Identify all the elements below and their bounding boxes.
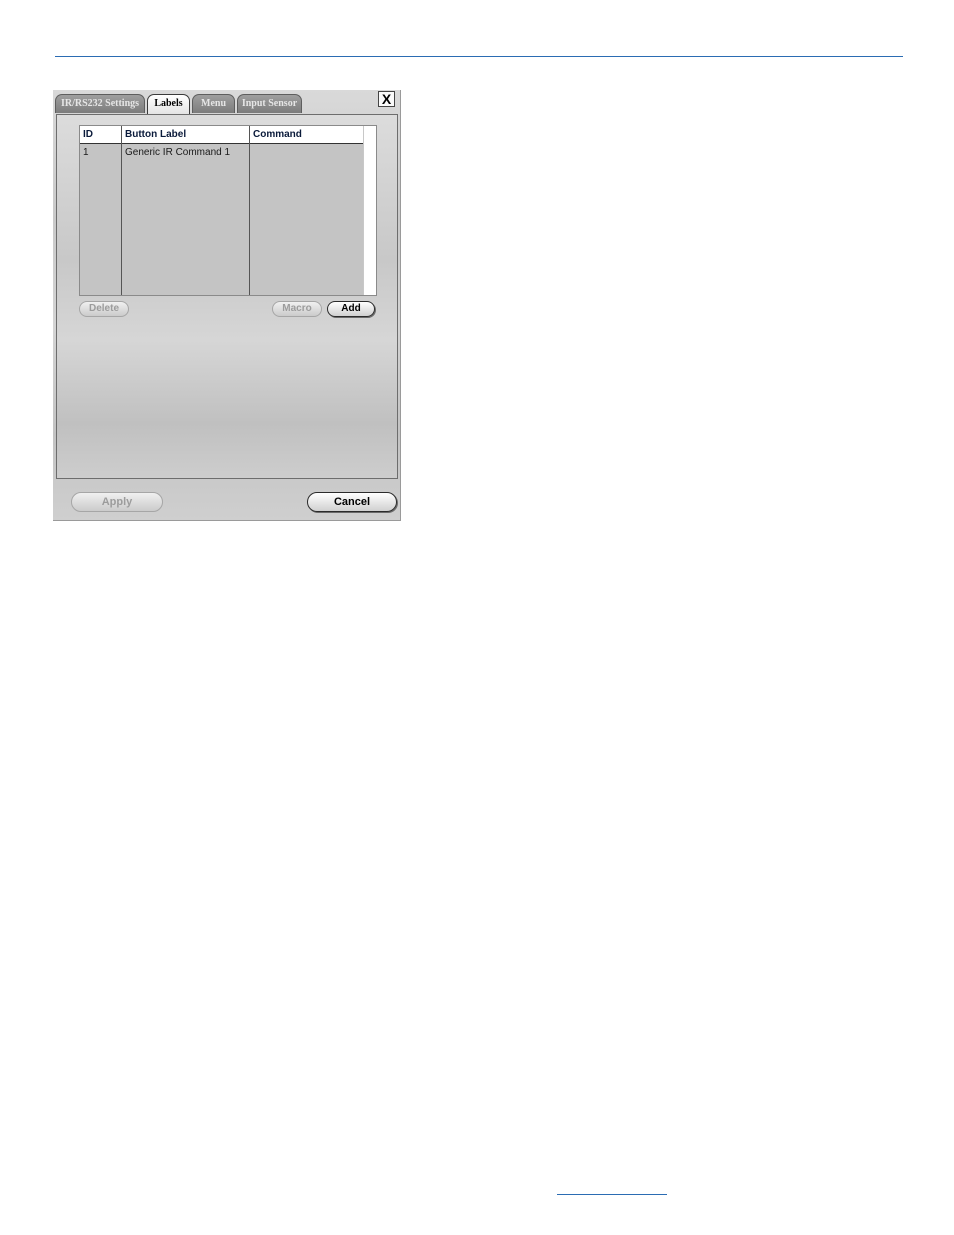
tab-labels[interactable]: Labels (147, 94, 190, 114)
table-cell-id[interactable]: 1 (80, 146, 121, 160)
table-cell-command[interactable] (250, 146, 363, 160)
add-button[interactable]: Add (327, 301, 375, 317)
vertical-scrollbar[interactable] (363, 126, 376, 295)
tab-input-sensor[interactable]: Input Sensor (237, 94, 302, 113)
column-header-command[interactable]: Command (250, 126, 363, 143)
tab-menu[interactable]: Menu (192, 94, 235, 113)
labels-table: ID Button Label Command 1 Generic IR Com… (79, 125, 377, 296)
cancel-button[interactable]: Cancel (307, 492, 397, 512)
labels-dialog: IR/RS232 Settings Labels Menu Input Sens… (53, 90, 401, 521)
column-header-id[interactable]: ID (80, 126, 122, 143)
tab-ir-rs232-settings[interactable]: IR/RS232 Settings (55, 94, 145, 113)
table-cell-button-label[interactable]: Generic IR Command 1 (122, 146, 249, 160)
close-button[interactable]: X (378, 91, 395, 107)
page-header-rule (55, 56, 903, 57)
macro-button[interactable]: Macro (272, 301, 322, 317)
labels-panel: ID Button Label Command 1 Generic IR Com… (56, 114, 398, 479)
table-header: ID Button Label Command (80, 126, 363, 144)
column-header-button-label[interactable]: Button Label (122, 126, 250, 143)
footer-link-underline[interactable] (557, 1194, 667, 1195)
delete-button[interactable]: Delete (79, 301, 129, 317)
apply-button[interactable]: Apply (71, 492, 163, 512)
